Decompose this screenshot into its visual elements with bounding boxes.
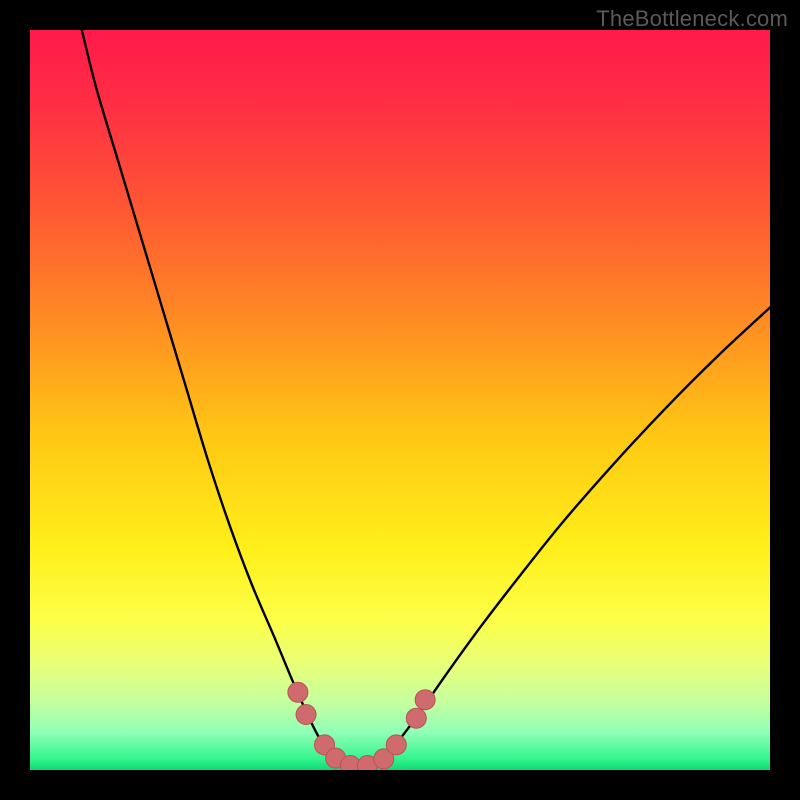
marker-9 — [415, 690, 435, 710]
marker-8 — [406, 708, 426, 728]
chart-plot — [30, 30, 770, 770]
plot-background — [30, 30, 770, 770]
marker-1 — [296, 705, 316, 725]
marker-7 — [386, 735, 406, 755]
marker-0 — [288, 682, 308, 702]
watermark-text: TheBottleneck.com — [596, 6, 788, 32]
chart-frame: TheBottleneck.com — [0, 0, 800, 800]
